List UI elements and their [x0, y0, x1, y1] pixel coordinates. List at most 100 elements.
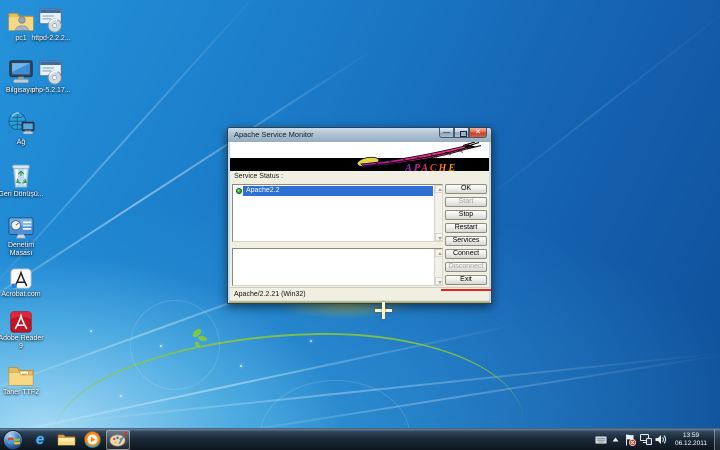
desktop-icon-label: php-5.2.17...: [28, 87, 74, 95]
network-icon: [640, 434, 652, 445]
start-button[interactable]: Start: [445, 197, 487, 207]
maximize-icon: [455, 128, 468, 137]
mouse-cursor-crosshair: [375, 302, 392, 319]
service-running-icon: [234, 186, 243, 196]
window-titlebar[interactable]: Apache Service Monitor — ✕: [228, 128, 491, 142]
desktop-icon-network[interactable]: Ağ: [0, 110, 44, 147]
services-button[interactable]: Services: [445, 236, 487, 246]
desktop-icon-label: Ağ: [0, 139, 44, 147]
start-button[interactable]: [3, 430, 23, 450]
apache-banner: APACHE: [230, 142, 489, 171]
desktop-icon-httpd-installer[interactable]: httpd-2.2.2...: [28, 6, 74, 43]
scroll-up-icon[interactable]: [435, 185, 443, 193]
bokeh-circle: [260, 380, 410, 428]
sparkle: [160, 345, 162, 347]
sparkle: [90, 330, 92, 332]
light-streak: [180, 352, 720, 428]
caption-buttons: — ✕: [439, 128, 487, 138]
service-status-list[interactable]: Apache2.2: [232, 184, 443, 242]
sparkle: [240, 365, 242, 367]
restart-highlight-annotation: [441, 289, 491, 291]
sparkle: [310, 340, 312, 342]
adobe-reader-icon: [9, 310, 33, 334]
recycle-bin-icon: [7, 160, 35, 190]
taskbar-paint[interactable]: [106, 430, 130, 450]
restart-button[interactable]: Restart: [445, 223, 487, 233]
wallpaper-leaf: [194, 341, 200, 349]
wallpaper-leaf: [197, 335, 207, 343]
minimize-button[interactable]: —: [439, 128, 454, 138]
desktop-icon-label: Adobe Reader 9: [0, 335, 44, 351]
taskbar: e: [0, 428, 720, 450]
apache-logo-text: APACHE: [405, 163, 457, 174]
close-icon: ✕: [470, 128, 486, 137]
taskbar-windows-explorer[interactable]: [54, 430, 78, 450]
maximize-button[interactable]: [454, 128, 469, 138]
desktop-icon-taner-folder[interactable]: Taner TTF2: [0, 362, 44, 397]
desktop-icon-adobe-reader[interactable]: Adobe Reader 9: [0, 310, 44, 351]
show-desktop-button[interactable]: [714, 429, 720, 450]
desktop-icon-label: Denetim Masası: [0, 242, 44, 258]
connect-button[interactable]: Connect: [445, 249, 487, 259]
sparkle: [120, 395, 122, 397]
stop-button[interactable]: Stop: [445, 210, 487, 220]
wallpaper-vine: [50, 326, 523, 428]
internet-explorer-icon: e: [36, 431, 44, 449]
banner-white-band: [230, 142, 489, 158]
taskbar-media-player[interactable]: [80, 430, 104, 450]
scroll-down-icon[interactable]: [435, 233, 443, 241]
flag-alert-icon: [625, 434, 636, 446]
clock-date: 06.12.2011: [670, 440, 712, 448]
disconnect-button[interactable]: Disconnect: [445, 262, 487, 272]
network-status[interactable]: [639, 430, 652, 450]
scroll-down-icon[interactable]: [435, 277, 443, 285]
service-name: Apache2.2: [243, 186, 433, 196]
banner-black-band: APACHE: [230, 158, 489, 171]
light-streak: [0, 324, 518, 428]
light-streak: [469, 1, 720, 212]
window-title: Apache Service Monitor: [234, 128, 314, 142]
exit-button[interactable]: Exit: [445, 275, 487, 285]
windows-logo-icon: [8, 436, 20, 446]
taskbar-internet-explorer[interactable]: e: [28, 430, 52, 450]
volume-control[interactable]: [654, 430, 667, 450]
clock-time: 13:59: [670, 432, 712, 440]
desktop-icon-recycle-bin[interactable]: Geri Dönüşü...: [0, 160, 44, 199]
keyboard-icon: [595, 436, 607, 444]
network-globe-icon: [6, 110, 36, 138]
ok-button[interactable]: OK: [445, 184, 487, 194]
desktop-icon-control-panel[interactable]: Denetim Masası: [0, 215, 44, 258]
service-list-item-apache22[interactable]: Apache2.2: [234, 186, 433, 196]
desktop-icon-acrobat-com[interactable]: Acrobat.com: [0, 268, 44, 299]
close-button[interactable]: ✕: [469, 128, 487, 138]
chevron-up-icon: [612, 437, 619, 442]
desktop-icon-label: Geri Dönüşü...: [0, 191, 44, 199]
control-panel-icon: [6, 215, 36, 241]
media-player-icon: [84, 431, 101, 448]
desktop-icon-php-installer[interactable]: php-5.2.17...: [28, 58, 74, 95]
system-tray: 13:59 06.12.2011: [593, 429, 720, 450]
list-scrollbar[interactable]: [434, 185, 442, 241]
list-scrollbar[interactable]: [434, 249, 442, 285]
taskbar-clock[interactable]: 13:59 06.12.2011: [670, 432, 712, 448]
show-hidden-icons[interactable]: [609, 430, 622, 450]
log-output-box[interactable]: [232, 248, 443, 286]
button-column: OK Start Stop Restart Services Connect D…: [445, 184, 487, 288]
light-streak: [30, 352, 720, 427]
scroll-up-icon[interactable]: [435, 249, 443, 257]
desktop-icon-label: Acrobat.com: [0, 291, 44, 299]
installer-package-icon: [36, 58, 66, 86]
folder-icon: [6, 362, 36, 388]
desktop[interactable]: pc1 httpd-2.2.2... Bilgisayar: [0, 0, 720, 428]
wallpaper-leaf: [191, 328, 203, 339]
acrobat-icon: [9, 268, 33, 290]
desktop-icon-label: Taner TTF2: [0, 389, 44, 397]
action-center[interactable]: [624, 430, 637, 450]
bokeh-circle: [130, 300, 220, 390]
explorer-folder-icon: [57, 432, 76, 447]
installer-package-icon: [36, 6, 66, 34]
apache-service-monitor-window: Apache Service Monitor — ✕ APACHE: [227, 127, 492, 304]
speaker-icon: [655, 434, 667, 445]
minimize-icon: —: [440, 128, 453, 137]
language-bar-keyboard[interactable]: [594, 430, 607, 450]
